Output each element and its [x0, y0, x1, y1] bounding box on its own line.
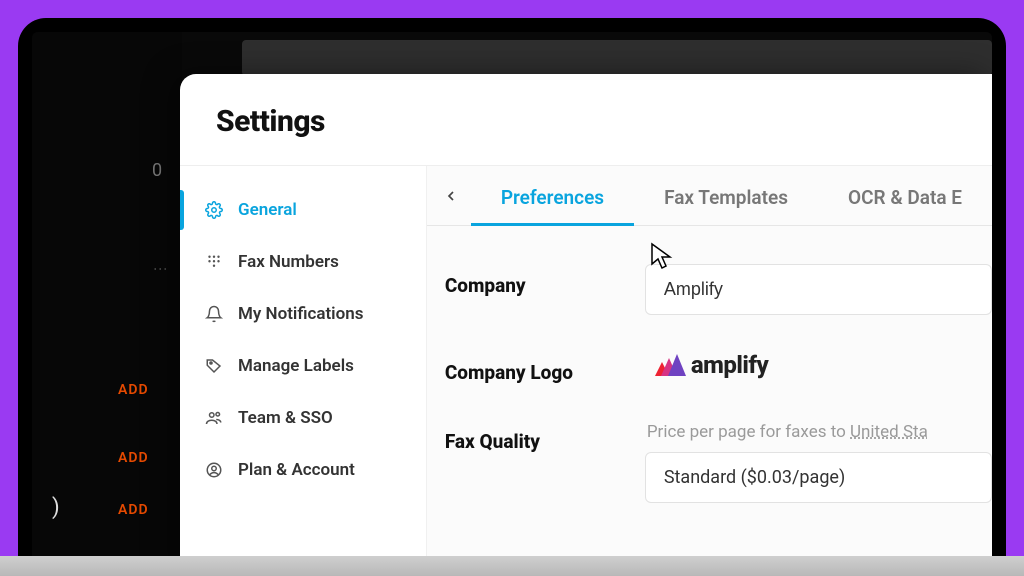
sidebar-item-fax-numbers[interactable]: Fax Numbers — [180, 236, 426, 288]
field-label-company: Company — [445, 264, 645, 297]
sidebar-item-notifications[interactable]: My Notifications — [180, 288, 426, 340]
background-add-button[interactable]: ADD — [118, 450, 149, 466]
users-icon — [204, 408, 224, 428]
sidebar-item-general[interactable]: General — [180, 184, 426, 236]
background-glyph: ) — [52, 495, 60, 520]
settings-main: Preferences Fax Templates OCR & Data E C… — [427, 166, 992, 576]
sidebar-item-label: My Notifications — [238, 304, 363, 324]
sidebar-item-label: General — [238, 200, 297, 220]
fax-quality-value: Standard ($0.03/page) — [664, 467, 845, 488]
preferences-form: Company Company Logo — [427, 226, 992, 521]
tab-ocr-data[interactable]: OCR & Data E — [818, 186, 992, 226]
page-title: Settings — [216, 104, 956, 139]
company-logo-preview: amplify — [645, 351, 992, 379]
dialpad-icon — [204, 252, 224, 272]
row-company-logo: Company Logo amplify — [445, 333, 992, 402]
settings-sidebar: General Fax Numbers My Not — [180, 166, 427, 576]
tag-icon — [204, 356, 224, 376]
user-circle-icon — [204, 460, 224, 480]
sidebar-item-label: Plan & Account — [238, 460, 355, 480]
bell-icon — [204, 304, 224, 324]
laptop-bezel: 0 ⋮ ADD ADD ADD ) Settings — [18, 18, 1006, 576]
sidebar-item-plan-account[interactable]: Plan & Account — [180, 444, 426, 496]
hint-prefix: Price per page for faxes to — [647, 422, 850, 442]
background-add-button[interactable]: ADD — [118, 502, 149, 518]
row-company: Company — [445, 246, 992, 333]
sidebar-item-label: Fax Numbers — [238, 252, 339, 272]
amplify-logo-icon — [655, 354, 681, 376]
tab-fax-templates[interactable]: Fax Templates — [634, 186, 818, 226]
sidebar-item-labels[interactable]: Manage Labels — [180, 340, 426, 392]
background-add-button[interactable]: ADD — [118, 382, 149, 398]
fax-quality-select[interactable]: Standard ($0.03/page) — [645, 452, 992, 503]
screen: 0 ⋮ ADD ADD ADD ) Settings — [32, 32, 992, 576]
gear-icon — [204, 200, 224, 220]
drag-handle-icon: ⋮ — [152, 262, 168, 278]
country-link[interactable]: United Sta — [850, 422, 928, 442]
tab-preferences[interactable]: Preferences — [471, 186, 634, 226]
field-label-company-logo: Company Logo — [445, 351, 645, 384]
laptop-base — [0, 556, 1024, 576]
panel-body: General Fax Numbers My Not — [180, 165, 992, 576]
sidebar-item-team-sso[interactable]: Team & SSO — [180, 392, 426, 444]
tab-strip: Preferences Fax Templates OCR & Data E — [427, 166, 992, 226]
sidebar-item-label: Team & SSO — [238, 408, 333, 428]
sidebar-item-label: Manage Labels — [238, 356, 354, 376]
fax-quality-hint: Price per page for faxes to United Sta — [645, 420, 992, 452]
company-input[interactable] — [645, 264, 992, 315]
row-fax-quality: Fax Quality Price per page for faxes to … — [445, 402, 992, 521]
panel-header: Settings — [180, 74, 992, 165]
background-counter: 0 — [152, 160, 162, 181]
settings-panel: Settings General — [180, 74, 992, 576]
field-label-fax-quality: Fax Quality — [445, 420, 645, 453]
device-frame: 0 ⋮ ADD ADD ADD ) Settings — [0, 0, 1024, 576]
chevron-left-icon — [443, 188, 459, 204]
company-logo-text: amplify — [691, 351, 768, 379]
tab-scroll-left[interactable] — [431, 188, 471, 223]
background-topbar — [242, 40, 992, 76]
